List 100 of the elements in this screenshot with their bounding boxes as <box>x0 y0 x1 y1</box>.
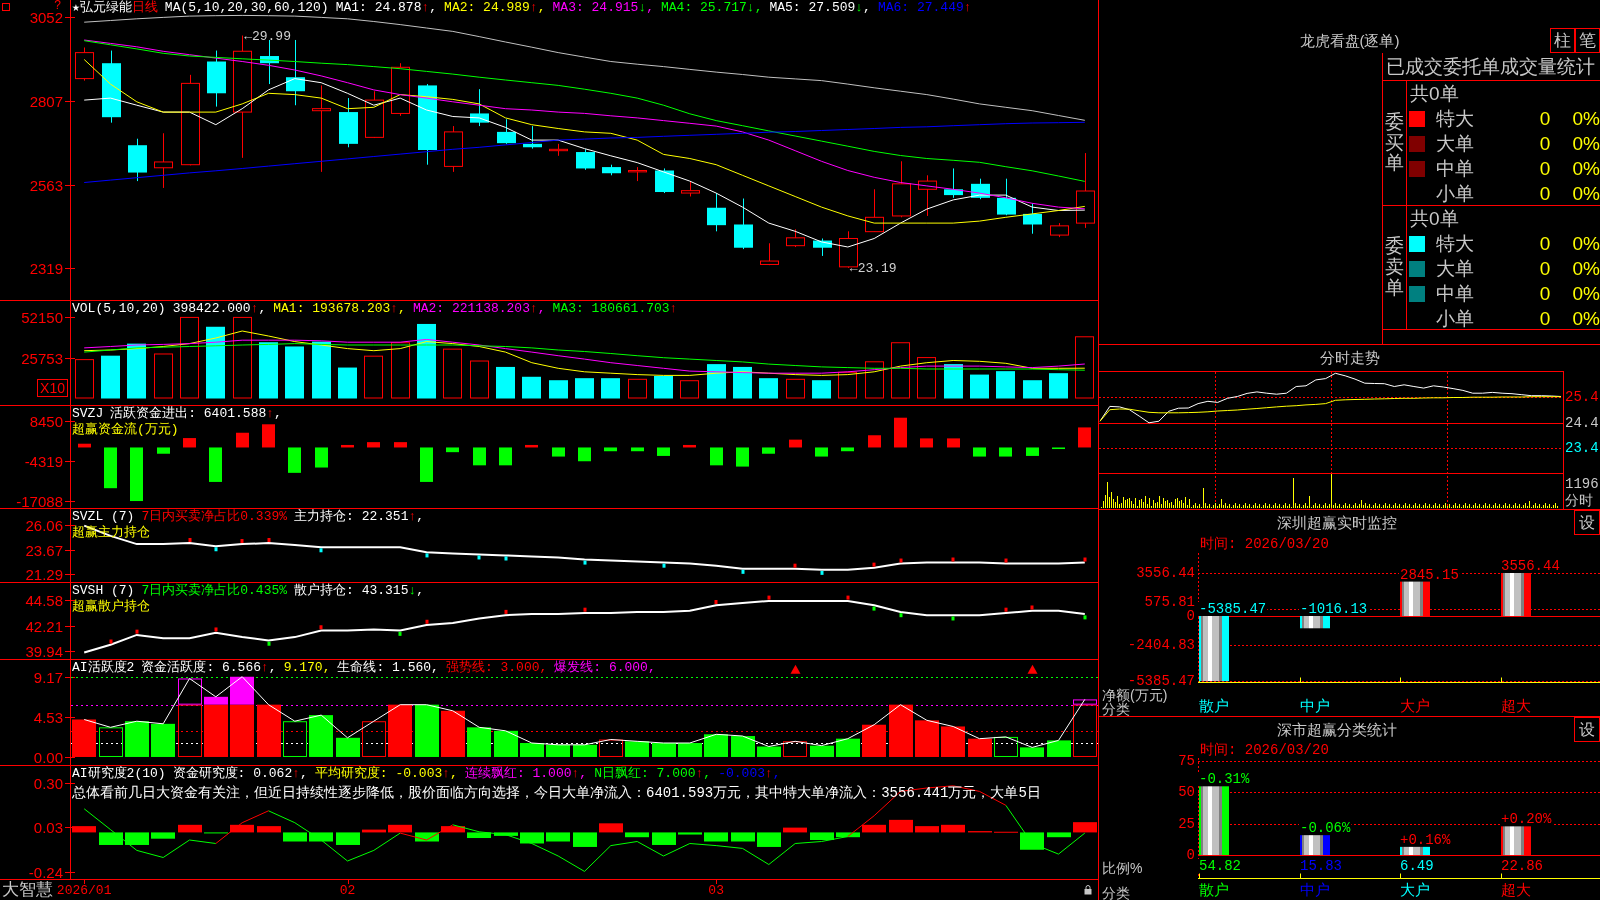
bar-value-label: 15.83 <box>1300 858 1342 874</box>
flow-bar <box>552 447 565 457</box>
candle <box>786 228 805 248</box>
flow-bar <box>499 447 512 466</box>
flow-bar <box>473 447 486 466</box>
axis-tick-label: 23.67 <box>25 543 63 557</box>
axis-tick-label: 0 <box>1186 848 1195 862</box>
flow-bar <box>394 442 407 448</box>
research-bar <box>520 832 544 844</box>
candle <box>391 62 410 117</box>
activity-bar <box>494 730 518 757</box>
volume-bar <box>496 366 515 399</box>
candle <box>365 90 384 139</box>
price-annotation: ←23.19 <box>849 260 897 276</box>
research-bar <box>99 832 123 845</box>
flow-bar <box>78 443 91 448</box>
research-bar <box>1020 832 1044 850</box>
research-bar <box>1047 832 1071 838</box>
volume-bar <box>259 342 278 399</box>
volume-bar <box>391 342 410 399</box>
flow-bar <box>894 417 907 448</box>
research-bar <box>309 832 333 842</box>
candle <box>207 50 226 108</box>
indicator-value: 资金研究度: 0.062↑, <box>172 766 308 782</box>
indicator-label: 强势线: 3.000, <box>445 660 548 676</box>
activity-bar <box>968 738 992 757</box>
axis-tick-label: 9.17 <box>33 670 63 684</box>
date-label: 02 <box>339 883 356 899</box>
axis-tick-label: 24.4 <box>1565 415 1599 430</box>
axis-tick-label: 0.03 <box>33 820 63 834</box>
candle <box>497 118 516 145</box>
axis-tick-label: 0.00 <box>33 750 63 764</box>
axis-tick-label: 3556.44 <box>1136 566 1195 580</box>
category-label: 散户 <box>1199 881 1229 898</box>
candle <box>813 238 832 257</box>
research-bar <box>388 824 412 833</box>
indicator-value: 平均研究度: -0.003↑, <box>314 766 458 782</box>
indicator-value: 散户持仓: 43.315↓, <box>294 583 425 599</box>
axis-tick-label: 44.58 <box>25 593 63 607</box>
flow-bar <box>631 447 644 452</box>
indicator-value: -0.003↑, <box>718 766 781 782</box>
trend-marker <box>1083 557 1087 562</box>
candle <box>997 178 1016 216</box>
trend-marker <box>504 609 508 614</box>
order-total: 共0单 <box>1410 82 1459 106</box>
axis-tick-label: 52150 <box>21 310 63 324</box>
candle <box>154 132 173 189</box>
trend-marker <box>1004 607 1008 612</box>
category-bar <box>1199 616 1229 682</box>
indicator-value: 连续飘红: 1.000↑, <box>464 766 588 782</box>
candle <box>918 174 937 217</box>
flow-bar <box>762 447 775 454</box>
indicator-label: 7日内买卖净占比0.435% <box>141 583 288 599</box>
category-bar <box>1199 786 1229 855</box>
indicator-value: 398422.000↑, <box>172 301 267 317</box>
trend-marker <box>899 613 903 618</box>
activity-bar <box>625 741 649 757</box>
volume-bar <box>865 361 884 399</box>
indicator-label: MA(5,10,20,30,60,120) <box>164 0 329 16</box>
category-bar <box>1400 846 1430 855</box>
trend-marker <box>1030 605 1034 610</box>
trend-marker <box>583 607 587 612</box>
flow-bar <box>1026 447 1039 456</box>
indicator-value: MA1: 24.878↑, <box>335 0 438 16</box>
candle <box>523 125 542 150</box>
volume-bar <box>759 378 778 399</box>
category-label: 中户 <box>1299 881 1330 898</box>
trend-marker <box>951 557 955 562</box>
order-count: 0 <box>1538 257 1552 281</box>
axis-tick-label: 2563 <box>29 178 63 191</box>
flow-bar <box>367 442 380 448</box>
order-share: 0% <box>1572 282 1600 306</box>
candle <box>128 138 147 182</box>
view-toggle-button[interactable]: 笔 <box>1575 28 1600 53</box>
trend-marker <box>1083 615 1087 620</box>
time-label: 时间: 2026/03/20 <box>1200 536 1329 552</box>
activity-bar <box>915 720 939 757</box>
trend-marker <box>872 606 876 611</box>
order-size-label: 中单 <box>1436 157 1475 181</box>
research-bar <box>889 819 913 833</box>
volume-bar <box>970 374 989 399</box>
axis-tick-label: -5385.47 <box>1127 674 1195 689</box>
activity-bar <box>757 746 781 757</box>
category-bar <box>1400 581 1430 616</box>
settings-button[interactable]: 设 <box>1574 717 1600 742</box>
trend-marker <box>214 627 218 632</box>
activity-bar <box>415 704 439 757</box>
view-toggle-button[interactable]: 柱 <box>1550 28 1575 53</box>
bar-value-label: 22.86 <box>1501 858 1543 874</box>
axis-title: 分类 <box>1102 886 1131 900</box>
order-size-label: 特大 <box>1436 107 1475 131</box>
research-bar <box>678 832 702 835</box>
flow-bar <box>736 447 749 467</box>
settings-button[interactable]: 设 <box>1574 510 1600 535</box>
up-arrow-marker <box>1027 664 1038 674</box>
indicator-label: 7日内买卖净占比0.339% <box>141 509 288 525</box>
research-bar <box>731 832 755 842</box>
bar-value-label: -1016.13 <box>1300 601 1368 617</box>
date-label: 2026/01 <box>56 883 112 899</box>
research-bar <box>915 826 939 833</box>
